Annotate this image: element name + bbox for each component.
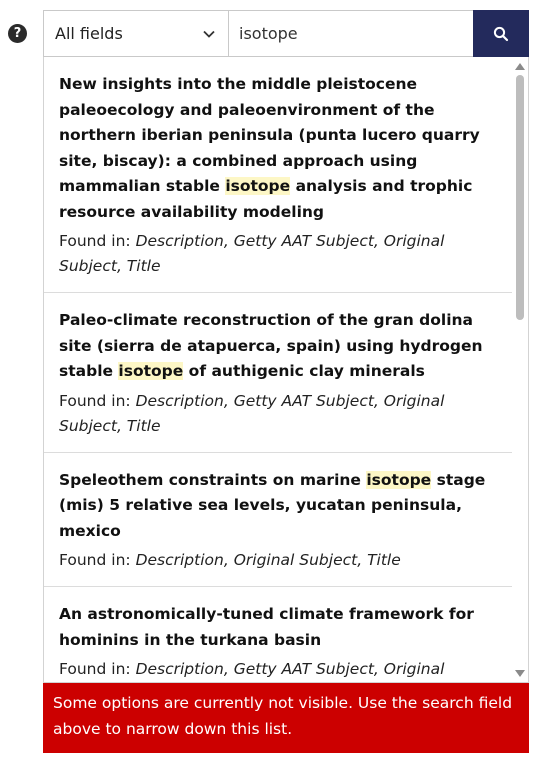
result-found-in: Found in: Description, Getty AAT Subject… bbox=[59, 232, 445, 275]
results-list: New insights into the middle pleistocene… bbox=[44, 57, 514, 682]
result-title: An astronomically-tuned climate framewor… bbox=[59, 605, 474, 649]
result-found-in: Found in: Description, Getty AAT Subject… bbox=[59, 391, 445, 435]
result-item[interactable]: New insights into the middle pleistocene… bbox=[44, 57, 514, 293]
results-dropdown: New insights into the middle pleistocene… bbox=[43, 57, 529, 683]
scrollbar[interactable] bbox=[512, 57, 528, 682]
search-button[interactable] bbox=[473, 10, 529, 57]
scroll-up-arrow-icon[interactable] bbox=[515, 63, 525, 70]
field-select-value: All fields bbox=[55, 24, 123, 43]
search-bar: All fields bbox=[43, 10, 529, 57]
search-input[interactable] bbox=[229, 11, 473, 56]
match-highlight: isotope bbox=[225, 177, 291, 195]
field-select-dropdown[interactable]: All fields bbox=[44, 11, 229, 56]
chevron-down-icon bbox=[203, 30, 215, 38]
result-title: Speleothem constraints on marine isotope… bbox=[59, 470, 486, 540]
result-found-in: Found in: Description, Getty AAT Subject… bbox=[59, 660, 445, 678]
search-icon bbox=[493, 26, 509, 41]
result-item[interactable]: Speleothem constraints on marine isotope… bbox=[44, 453, 514, 587]
result-item[interactable]: An astronomically-tuned climate framewor… bbox=[44, 587, 514, 682]
scrollbar-thumb[interactable] bbox=[516, 75, 524, 320]
result-title: New insights into the middle pleistocene… bbox=[59, 75, 480, 221]
found-fields: Description, Getty AAT Subject, Original bbox=[135, 660, 445, 678]
hidden-options-notice: Some options are currently not visible. … bbox=[43, 683, 529, 753]
result-title: Paleo-climate reconstruction of the gran… bbox=[59, 311, 483, 380]
help-icon[interactable]: ? bbox=[8, 24, 27, 43]
match-highlight: isotope bbox=[118, 362, 184, 380]
match-highlight: isotope bbox=[366, 470, 432, 489]
result-found-in: Found in: Description, Original Subject,… bbox=[59, 551, 401, 569]
result-item[interactable]: Paleo-climate reconstruction of the gran… bbox=[44, 293, 514, 453]
scroll-down-arrow-icon[interactable] bbox=[515, 670, 525, 677]
found-fields: Description, Original Subject, Title bbox=[135, 551, 401, 569]
